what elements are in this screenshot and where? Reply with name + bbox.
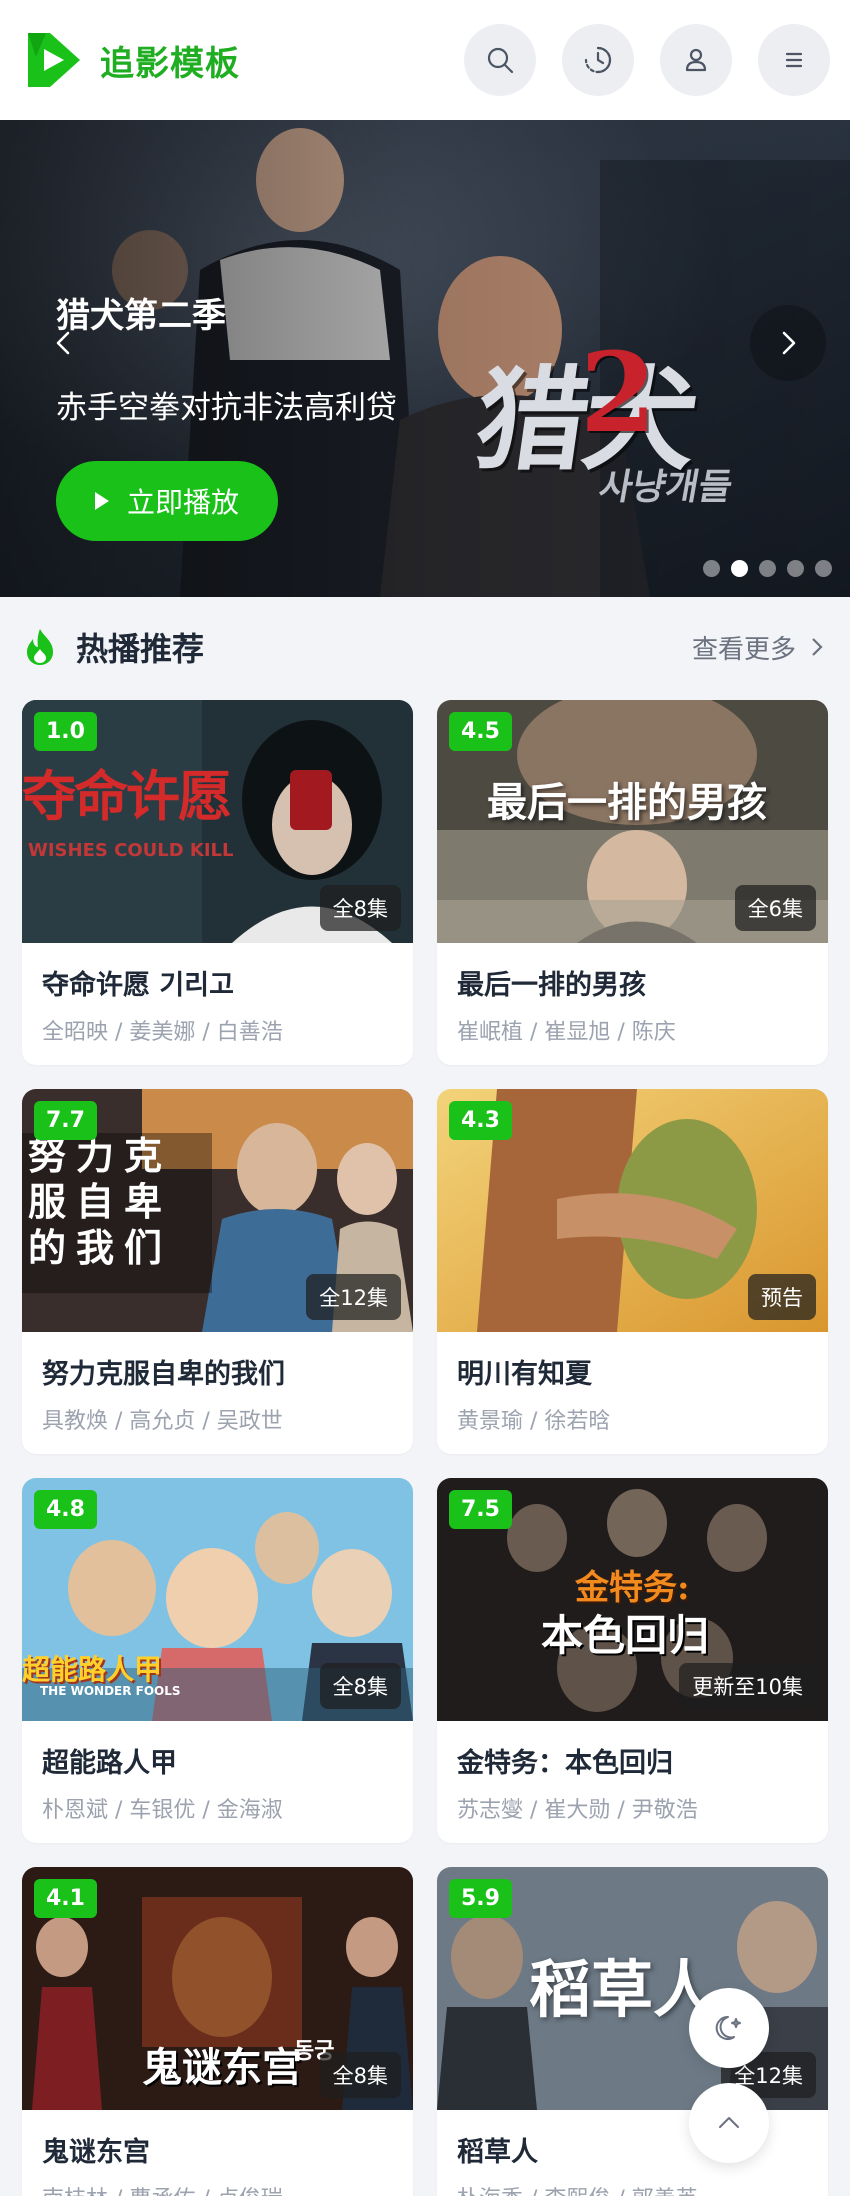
fire-icon xyxy=(27,629,53,665)
banner-pagination xyxy=(703,560,832,577)
banner-poster-korean-art: 사냥개들 xyxy=(595,467,736,508)
score-badge: 7.5 xyxy=(449,1490,512,1529)
history-button[interactable] xyxy=(562,24,634,96)
episode-badge: 全6集 xyxy=(734,885,816,931)
play-icon xyxy=(94,492,109,510)
banner-poster-number-art: 2 xyxy=(580,328,657,457)
score-badge: 7.7 xyxy=(34,1101,97,1140)
poster-title-art-2: 本色回归 xyxy=(541,1611,710,1660)
header-actions xyxy=(464,24,830,96)
video-card[interactable]: 超能路人甲 THE WONDER FOOLS 4.8 全8集 超能路人甲 朴恩斌… xyxy=(22,1478,413,1843)
banner-dot-active[interactable] xyxy=(731,560,748,577)
menu-icon xyxy=(785,52,803,68)
poster-title-art: 稻草人 xyxy=(529,1953,716,2026)
search-button[interactable] xyxy=(464,24,536,96)
chevron-right-icon xyxy=(812,638,823,656)
chevron-right-icon xyxy=(782,331,796,355)
banner-prev-button[interactable] xyxy=(36,315,92,371)
episode-badge: 预告 xyxy=(748,1274,816,1320)
episode-badge: 更新至10集 xyxy=(679,1663,816,1709)
video-cast: 黄景瑜 / 徐若晗 xyxy=(457,1409,611,1434)
chevron-left-icon xyxy=(56,331,70,355)
video-poster: 努力克服自卑的我们 7.7 全12集 xyxy=(22,1089,413,1332)
score-badge: 1.0 xyxy=(34,712,97,751)
poster-title-art: 努力克服自卑的我们 xyxy=(28,1133,173,1270)
poster-subtitle-art: THE WONDER FOOLS xyxy=(40,1684,181,1698)
video-cast: 崔岷植 / 崔显旭 / 陈庆 xyxy=(457,1020,676,1045)
top-header: 追影模板 xyxy=(0,0,850,120)
banner-dot[interactable] xyxy=(787,560,804,577)
hot-section-header: 热播推荐 查看更多 xyxy=(0,597,850,697)
video-poster: 夺命许愿 WISHES COULD KILL 1.0 全8集 xyxy=(22,700,413,943)
score-badge: 4.1 xyxy=(34,1879,97,1918)
video-title: 超能路人甲 xyxy=(42,1748,177,1779)
play-triangle-logo-icon xyxy=(28,33,80,87)
play-now-label: 立即播放 xyxy=(126,486,239,519)
user-button[interactable] xyxy=(660,24,732,96)
poster-title-art: 夺命许愿 xyxy=(22,764,232,828)
banner-dot[interactable] xyxy=(703,560,720,577)
score-badge: 4.8 xyxy=(34,1490,97,1529)
hero-banner[interactable]: 猎犬 2 사냥개들 猎犬第二季 赤手空拳对抗非法高利贷 立即播放 xyxy=(0,120,850,597)
video-title: 金特务：本色回归 xyxy=(457,1748,673,1779)
video-card[interactable]: 夺命许愿 WISHES COULD KILL 1.0 全8集 夺命许愿 기리고 … xyxy=(22,700,413,1065)
score-badge: 4.3 xyxy=(449,1101,512,1140)
video-title: 明川有知夏 xyxy=(457,1359,592,1390)
poster-title-art: 最后一排的男孩 xyxy=(487,779,767,826)
video-poster: 鬼谜东宫 동궁 4.1 全8集 xyxy=(22,1867,413,2110)
user-icon xyxy=(685,48,707,72)
banner-subtitle: 赤手空拳对抗非法高利贷 xyxy=(56,390,397,426)
theme-toggle-button[interactable] xyxy=(689,1988,769,2068)
search-icon xyxy=(487,47,514,74)
poster-title-art: 鬼谜东宫 xyxy=(142,2044,302,2091)
video-cast: 具教焕 / 高允贞 / 吴政世 xyxy=(42,1409,283,1434)
video-poster: 稻草人 5.9 全12集 xyxy=(437,1867,828,2110)
video-cast: 朴恩斌 / 车银优 / 金海淑 xyxy=(42,1798,283,1823)
brand-name: 追影模板 xyxy=(100,43,240,84)
view-more-link[interactable]: 查看更多 xyxy=(692,629,828,666)
recommend-grid: 夺命许愿 WISHES COULD KILL 1.0 全8集 夺命许愿 기리고 … xyxy=(22,700,828,2196)
back-to-top-button[interactable] xyxy=(689,2083,769,2163)
video-poster: 最后一排的男孩 4.5 全6集 xyxy=(437,700,828,943)
video-card[interactable]: 努力克服自卑的我们 7.7 全12集 努力克服自卑的我们 具教焕 / 高允贞 /… xyxy=(22,1089,413,1454)
video-card[interactable]: 最后一排的男孩 4.5 全6集 最后一排的男孩 崔岷植 / 崔显旭 / 陈庆 xyxy=(437,700,828,1065)
history-icon xyxy=(584,46,612,74)
video-poster: 金特务: 本色回归 7.5 更新至10集 xyxy=(437,1478,828,1721)
section-title: 热播推荐 xyxy=(76,630,205,668)
video-card[interactable]: 金特务: 本色回归 7.5 更新至10集 金特务：本色回归 苏志燮 / 崔大勋 … xyxy=(437,1478,828,1843)
episode-badge: 全8集 xyxy=(319,885,401,931)
video-cast: 南枝林 / 曹承佑 / 卢俊瑞 xyxy=(42,2181,393,2196)
video-title: 夺命许愿 기리고 xyxy=(42,970,234,1001)
video-title: 努力克服自卑的我们 xyxy=(42,1359,285,1390)
moon-stars-icon xyxy=(715,2015,741,2040)
episode-badge: 全8集 xyxy=(319,1663,401,1709)
play-now-button[interactable]: 立即播放 xyxy=(56,461,278,541)
video-cast: 朴海秀 / 李熙俊 / 郭善英 xyxy=(457,2181,808,2196)
banner-dot[interactable] xyxy=(759,560,776,577)
banner-dot[interactable] xyxy=(815,560,832,577)
poster-title-art: 超能路人甲 xyxy=(22,1653,163,1686)
episode-badge: 全12集 xyxy=(306,1274,401,1320)
score-badge: 5.9 xyxy=(449,1879,512,1918)
episode-badge: 全8集 xyxy=(319,2052,401,2098)
video-card[interactable]: 稻草人 5.9 全12集 稻草人 朴海秀 / 李熙俊 / 郭善英 xyxy=(437,1867,828,2196)
poster-subtitle-art: WISHES COULD KILL xyxy=(28,840,234,861)
video-poster: 超能路人甲 THE WONDER FOOLS 4.8 全8集 xyxy=(22,1478,413,1721)
banner-next-button[interactable] xyxy=(750,305,826,381)
video-cast: 苏志燮 / 崔大勋 / 尹敬浩 xyxy=(457,1798,698,1823)
brand-logo[interactable]: 追影模板 xyxy=(20,27,240,93)
video-title: 鬼谜东宫 xyxy=(42,2137,150,2168)
video-card[interactable]: 4.3 预告 明川有知夏 黄景瑜 / 徐若晗 xyxy=(437,1089,828,1454)
video-cast: 全昭映 / 姜美娜 / 白善浩 xyxy=(42,1020,283,1045)
view-more-label: 查看更多 xyxy=(691,634,796,665)
score-badge: 4.5 xyxy=(449,712,512,751)
video-card[interactable]: 鬼谜东宫 동궁 4.1 全8集 鬼谜东宫 南枝林 / 曹承佑 / 卢俊瑞 xyxy=(22,1867,413,2196)
video-poster: 4.3 预告 xyxy=(437,1089,828,1332)
video-title: 最后一排的男孩 xyxy=(457,970,646,1001)
menu-button[interactable] xyxy=(758,24,830,96)
chevron-up-icon xyxy=(719,2117,739,2128)
